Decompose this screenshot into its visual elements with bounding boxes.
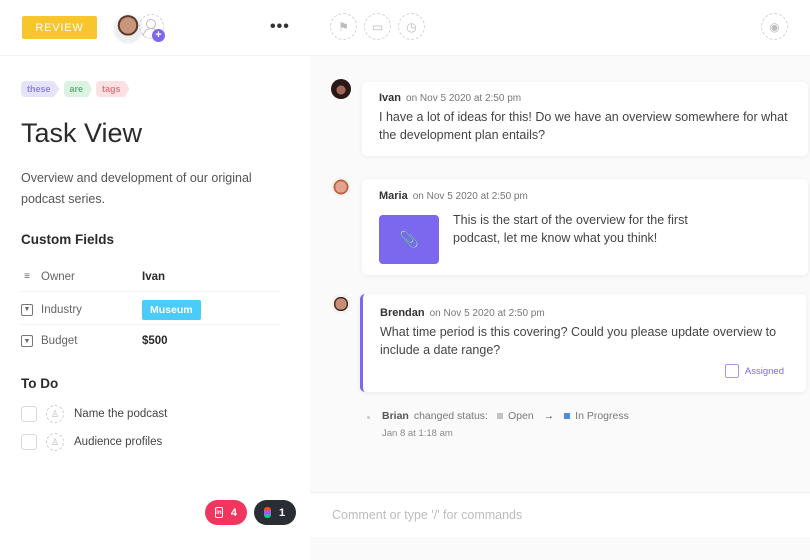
- tag[interactable]: tags: [96, 81, 130, 97]
- attachment-thumbnail[interactable]: 📎: [379, 215, 439, 264]
- comment-box[interactable]: [310, 492, 810, 537]
- todo-checkbox[interactable]: [21, 434, 37, 450]
- assign-user-icon[interactable]: ♙: [46, 433, 64, 451]
- comment-card: Maria on Nov 5 2020 at 2:50 pm 📎 This is…: [362, 179, 808, 275]
- tag[interactable]: are: [63, 81, 93, 97]
- activity-panel: ⚑ ▭ ◷ ◉ Ivan on Nov 5 2020 at 2:50 pm I …: [310, 0, 810, 560]
- comment-time: on Nov 5 2020 at 2:50 pm: [429, 308, 545, 319]
- custom-fields-heading: Custom Fields: [21, 232, 115, 247]
- assignee-avatar[interactable]: [115, 15, 141, 41]
- task-description[interactable]: Overview and development of our original…: [21, 168, 261, 210]
- integrations: in 4 1: [205, 500, 296, 525]
- custom-field-budget[interactable]: ▼ Budget $500: [21, 326, 281, 356]
- activity-item: Brian changed status: Open → In Progress…: [367, 410, 629, 439]
- activity-user[interactable]: Brian: [382, 410, 409, 422]
- linkedin-icon: in: [215, 507, 223, 518]
- field-label: Owner: [41, 270, 75, 283]
- comment-author[interactable]: Ivan: [379, 92, 401, 104]
- comment-text: I have a lot of ideas for this! Do we ha…: [379, 110, 788, 142]
- assigned-toggle[interactable]: Assigned: [724, 364, 784, 378]
- custom-field-industry[interactable]: ▼ Industry Museum: [21, 295, 281, 325]
- integration-count: 1: [279, 506, 286, 519]
- avatar: [331, 294, 351, 314]
- more-options-button[interactable]: •••: [270, 18, 290, 36]
- clock-icon[interactable]: ◷: [398, 13, 425, 40]
- avatar: [331, 177, 351, 197]
- status-from: Open: [507, 410, 534, 422]
- todo-checkbox[interactable]: [21, 406, 37, 422]
- figma-integration-button[interactable]: 1: [254, 500, 296, 525]
- activity-action: changed status:: [413, 410, 488, 422]
- dropdown-icon: ▼: [21, 335, 33, 347]
- paperclip-icon: 📎: [399, 231, 419, 249]
- task-header: REVIEW + •••: [0, 0, 310, 56]
- todo-label[interactable]: Name the podcast: [74, 408, 167, 420]
- tag[interactable]: these: [21, 81, 60, 97]
- todo-item: ♙ Name the podcast: [21, 404, 167, 424]
- activity-header: ⚑ ▭ ◷ ◉: [310, 0, 810, 56]
- industry-badge[interactable]: Museum: [142, 299, 201, 320]
- comment-author[interactable]: Brendan: [380, 307, 425, 319]
- field-label: Budget: [41, 335, 78, 347]
- task-details-panel: REVIEW + ••• these are tags Task View Ov…: [0, 0, 310, 560]
- text-lines-icon: ≡: [24, 271, 30, 282]
- comment-card: Brendan on Nov 5 2020 at 2:50 pm What ti…: [360, 294, 806, 392]
- todo-heading: To Do: [21, 376, 59, 391]
- eye-icon[interactable]: ◉: [761, 13, 788, 40]
- comment-time: on Nov 5 2020 at 2:50 pm: [412, 191, 528, 202]
- assigned-checkbox[interactable]: [724, 364, 739, 378]
- comment-text: What time period is this covering? Could…: [380, 325, 777, 357]
- dropdown-icon: ▼: [21, 303, 33, 316]
- status-button[interactable]: REVIEW: [22, 16, 97, 39]
- activity-bullet-icon: [367, 416, 370, 419]
- field-value[interactable]: Ivan: [142, 271, 165, 283]
- integration-count: 4: [230, 506, 237, 519]
- linkedin-integration-button[interactable]: in 4: [205, 500, 247, 525]
- task-title[interactable]: Task View: [21, 118, 142, 149]
- figma-icon: [264, 507, 271, 518]
- comment-input[interactable]: [310, 493, 810, 537]
- calendar-icon[interactable]: ▭: [364, 13, 391, 40]
- plus-icon: +: [152, 29, 165, 42]
- tag-list: these are tags: [21, 81, 130, 97]
- avatar: [331, 79, 351, 99]
- comment-text: This is the start of the overview for th…: [453, 213, 688, 245]
- field-value[interactable]: $500: [142, 335, 168, 347]
- arrow-icon: →: [543, 410, 555, 422]
- custom-field-owner[interactable]: ≡ Owner Ivan: [21, 262, 281, 292]
- assigned-label: Assigned: [744, 365, 784, 377]
- comment-time: on Nov 5 2020 at 2:50 pm: [406, 93, 522, 104]
- status-in-progress-icon: [564, 413, 571, 419]
- field-label: Industry: [41, 303, 82, 316]
- flag-icon[interactable]: ⚑: [330, 13, 357, 40]
- comment-card: Ivan on Nov 5 2020 at 2:50 pm I have a l…: [362, 82, 808, 156]
- assign-user-icon[interactable]: ♙: [46, 405, 64, 423]
- todo-item: ♙ Audience profiles: [21, 432, 162, 452]
- status-open-icon: [496, 413, 503, 419]
- add-assignee-button[interactable]: +: [139, 14, 165, 42]
- activity-time: Jan 8 at 1:18 am: [382, 428, 453, 439]
- todo-label[interactable]: Audience profiles: [74, 436, 162, 448]
- status-to: In Progress: [575, 410, 629, 422]
- comment-author[interactable]: Maria: [379, 190, 408, 202]
